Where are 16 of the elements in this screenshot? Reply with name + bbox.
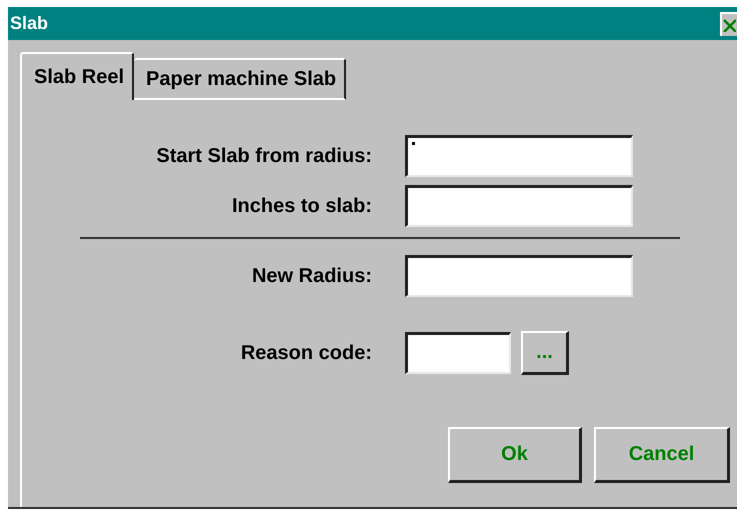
input-field[interactable] bbox=[405, 185, 633, 227]
field-label: Inches to slab: bbox=[230, 194, 372, 218]
field-label: New Radius: bbox=[250, 264, 372, 288]
input-field[interactable] bbox=[405, 135, 633, 177]
field-label: Start Slab from radius: bbox=[155, 144, 372, 168]
close-button[interactable] bbox=[720, 12, 737, 36]
field-label: Reason code: bbox=[240, 342, 372, 364]
window-title: Slab bbox=[10, 13, 48, 34]
cancel-button[interactable]: Cancel bbox=[594, 427, 730, 483]
input-field[interactable] bbox=[405, 255, 633, 297]
input-field[interactable] bbox=[405, 332, 511, 374]
tab[interactable]: Slab Reel bbox=[20, 52, 134, 100]
browse-button[interactable]: ... bbox=[521, 331, 569, 375]
tab[interactable]: Paper machine Slab bbox=[134, 58, 346, 100]
close-icon bbox=[722, 18, 736, 32]
ok-button[interactable]: Ok bbox=[448, 427, 582, 483]
